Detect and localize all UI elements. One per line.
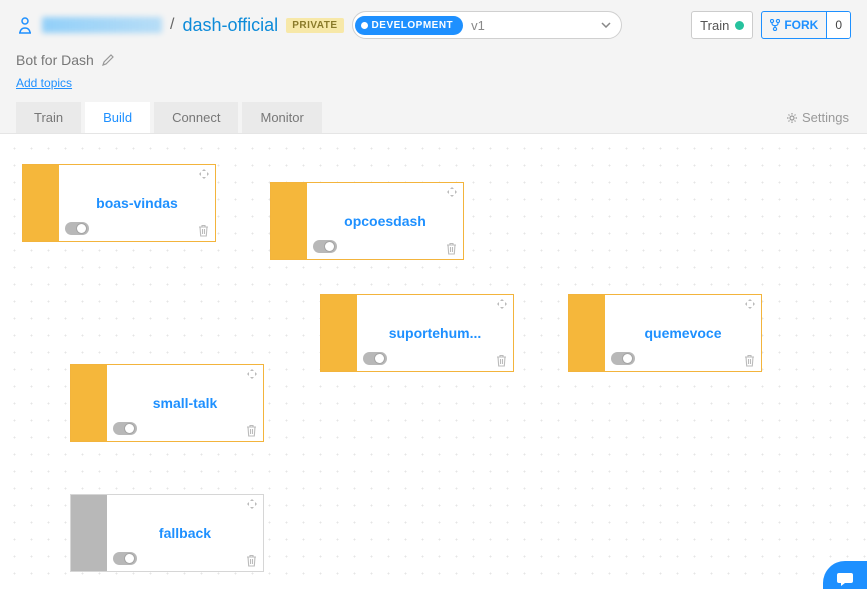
tab-train[interactable]: Train xyxy=(16,102,81,133)
top-bar: / dash-official PRIVATE DEVELOPMENT v1 T… xyxy=(0,0,867,134)
node-title: quemevoce xyxy=(636,325,729,341)
node-body: quemevoce xyxy=(605,295,761,371)
node-color-bar xyxy=(569,295,605,371)
fork-icon xyxy=(770,19,780,31)
flow-node-opcoesdash[interactable]: opcoesdash xyxy=(270,182,464,260)
node-title: suportehum... xyxy=(381,325,490,341)
node-toggle[interactable] xyxy=(313,240,337,253)
environment-label: DEVELOPMENT xyxy=(372,20,454,31)
fork-button[interactable]: FORK 0 xyxy=(761,11,851,39)
version-label: v1 xyxy=(471,18,592,33)
description-row: Bot for Dash xyxy=(16,42,851,72)
node-body: small-talk xyxy=(107,365,263,441)
node-color-bar xyxy=(23,165,59,241)
environment-pill: DEVELOPMENT xyxy=(355,16,464,35)
bot-description: Bot for Dash xyxy=(16,52,94,68)
node-toggle[interactable] xyxy=(113,552,137,565)
drag-handle-icon[interactable] xyxy=(745,299,755,309)
node-body: fallback xyxy=(107,495,263,571)
node-body: suportehum... xyxy=(357,295,513,371)
train-button-label: Train xyxy=(700,18,729,33)
drag-handle-icon[interactable] xyxy=(199,169,209,179)
node-title: small-talk xyxy=(145,395,226,411)
private-badge: PRIVATE xyxy=(286,18,343,33)
drag-handle-icon[interactable] xyxy=(497,299,507,309)
flow-node-small-talk[interactable]: small-talk xyxy=(70,364,264,442)
node-toggle[interactable] xyxy=(611,352,635,365)
node-title: fallback xyxy=(151,525,219,541)
trash-icon[interactable] xyxy=(496,354,507,367)
owner-name[interactable] xyxy=(42,17,162,33)
dot-icon xyxy=(361,22,368,29)
flow-node-fallback[interactable]: fallback xyxy=(70,494,264,572)
drag-handle-icon[interactable] xyxy=(447,187,457,197)
fork-count: 0 xyxy=(826,12,850,38)
help-button[interactable] xyxy=(823,561,867,589)
node-toggle[interactable] xyxy=(65,222,89,235)
node-toggle[interactable] xyxy=(113,422,137,435)
node-body: boas-vindas xyxy=(59,165,215,241)
breadcrumb-separator: / xyxy=(170,16,174,34)
settings-label: Settings xyxy=(802,110,849,125)
drag-handle-icon[interactable] xyxy=(247,499,257,509)
edit-description-icon[interactable] xyxy=(102,54,114,66)
node-color-bar xyxy=(271,183,307,259)
trash-icon[interactable] xyxy=(246,424,257,437)
tab-monitor[interactable]: Monitor xyxy=(242,102,321,133)
node-title: boas-vindas xyxy=(88,195,186,211)
node-title: opcoesdash xyxy=(336,213,434,229)
chevron-down-icon xyxy=(601,22,611,28)
status-dot-icon xyxy=(735,21,744,30)
node-color-bar xyxy=(71,495,107,571)
node-color-bar xyxy=(321,295,357,371)
environment-selector[interactable]: DEVELOPMENT v1 xyxy=(352,11,622,39)
breadcrumb-row: / dash-official PRIVATE DEVELOPMENT v1 T… xyxy=(16,8,851,42)
train-button[interactable]: Train xyxy=(691,11,753,39)
tab-connect[interactable]: Connect xyxy=(154,102,238,133)
trash-icon[interactable] xyxy=(198,224,209,237)
node-color-bar xyxy=(71,365,107,441)
trash-icon[interactable] xyxy=(446,242,457,255)
flow-node-quemevoce[interactable]: quemevoce xyxy=(568,294,762,372)
chat-icon xyxy=(836,571,854,587)
gear-icon xyxy=(786,112,798,124)
flow-node-boas-vindas[interactable]: boas-vindas xyxy=(22,164,216,242)
fork-label: FORK xyxy=(784,18,818,32)
trash-icon[interactable] xyxy=(744,354,755,367)
settings-link[interactable]: Settings xyxy=(786,110,851,125)
flow-node-suportehum[interactable]: suportehum... xyxy=(320,294,514,372)
repo-name[interactable]: dash-official xyxy=(182,15,278,36)
trash-icon[interactable] xyxy=(246,554,257,567)
fork-button-main: FORK xyxy=(762,18,826,32)
tabs: Train Build Connect Monitor Settings xyxy=(16,102,851,133)
drag-handle-icon[interactable] xyxy=(247,369,257,379)
flow-canvas[interactable]: boas-vindas opcoesdash suportehum... quemev… xyxy=(0,134,867,589)
add-topics-link[interactable]: Add topics xyxy=(16,72,72,102)
node-toggle[interactable] xyxy=(363,352,387,365)
avatar-icon xyxy=(16,16,34,34)
node-body: opcoesdash xyxy=(307,183,463,259)
tab-build[interactable]: Build xyxy=(85,102,150,133)
